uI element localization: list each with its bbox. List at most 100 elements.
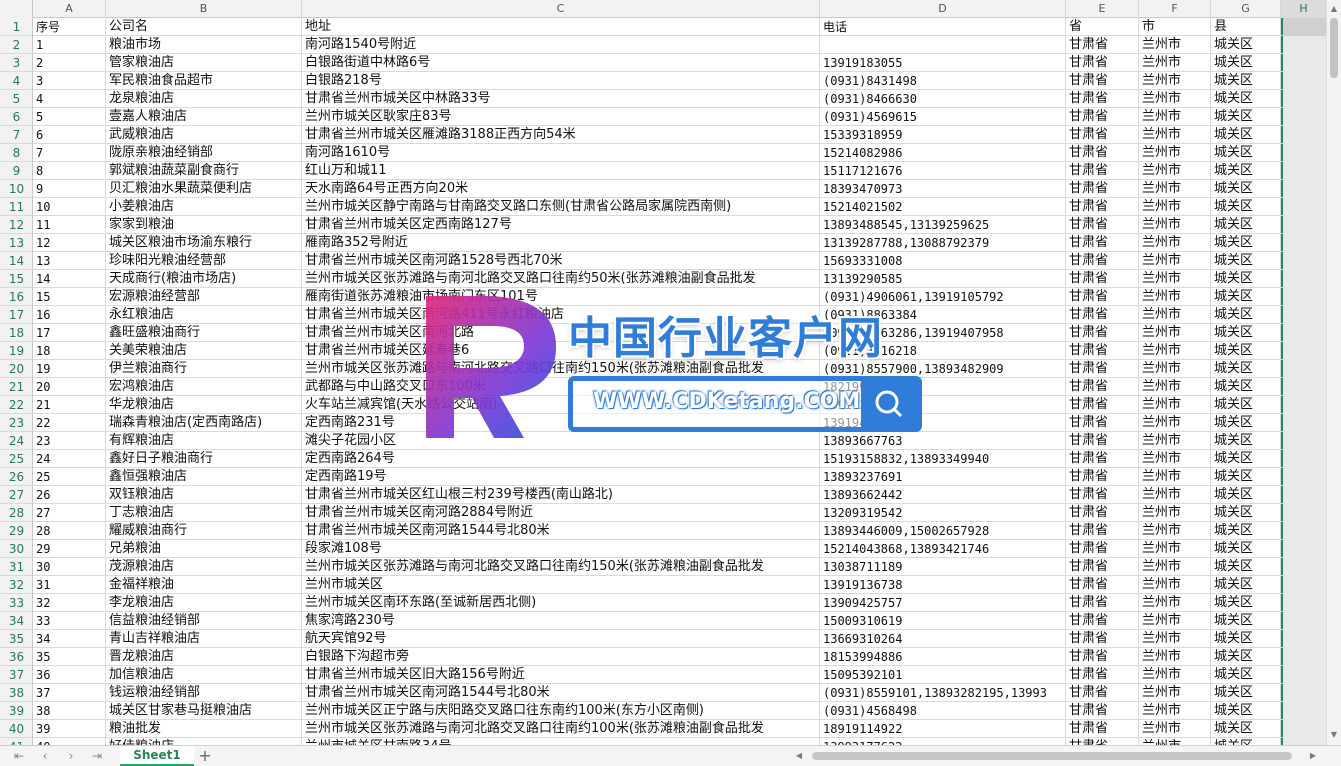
table-cell[interactable]: 兰州市 (1139, 702, 1210, 720)
table-cell[interactable]: 9 (33, 180, 105, 198)
table-cell[interactable]: 兰州市 (1139, 720, 1210, 738)
table-cell[interactable]: 城关区 (1211, 738, 1280, 745)
table-cell[interactable]: 兰州市 (1139, 666, 1210, 684)
table-cell[interactable]: 城关区 (1211, 198, 1280, 216)
table-cell[interactable]: 城关区 (1211, 288, 1280, 306)
table-cell[interactable]: 段家滩108号 (302, 540, 819, 558)
last-sheet-icon[interactable]: ⇥ (88, 748, 106, 764)
table-cell[interactable]: 甘肃省 (1066, 90, 1138, 108)
table-cell[interactable]: 13893662442 (820, 486, 1065, 504)
table-cell[interactable]: 甘肃省 (1066, 504, 1138, 522)
table-cell[interactable]: 耀威粮油商行 (106, 522, 301, 540)
table-cell[interactable]: (0931)8559101,13893282195,13993 (820, 684, 1065, 702)
table-cell[interactable]: 地址 (302, 18, 819, 36)
table-cell[interactable]: 兰州市 (1139, 630, 1210, 648)
row-header[interactable]: 8 (0, 144, 32, 162)
table-cell[interactable]: 鑫好日子粮油商行 (106, 450, 301, 468)
table-cell[interactable]: 白银路下沟超市旁 (302, 648, 819, 666)
table-cell[interactable]: 兰州市城关区 (302, 576, 819, 594)
table-cell[interactable] (820, 36, 1065, 54)
table-cell[interactable]: 兰州市 (1139, 360, 1210, 378)
table-cell[interactable]: 甘肃省 (1066, 144, 1138, 162)
table-cell[interactable]: 甘肃省兰州市城关区红山根三村239号楼西(南山路北) (302, 486, 819, 504)
column-header-d[interactable]: D (820, 0, 1066, 18)
table-cell[interactable]: 瑞森青粮油店(定西南路店) (106, 414, 301, 432)
column-header-e[interactable]: E (1066, 0, 1139, 18)
table-cell[interactable]: 15117121676 (820, 162, 1065, 180)
row-header[interactable]: 10 (0, 180, 32, 198)
table-cell[interactable]: 甘肃省 (1066, 450, 1138, 468)
table-cell[interactable]: 兰州市 (1139, 72, 1210, 90)
table-cell[interactable]: 城关区 (1211, 468, 1280, 486)
row-header[interactable]: 9 (0, 162, 32, 180)
table-cell[interactable]: 粮油批发 (106, 720, 301, 738)
row-header[interactable]: 26 (0, 468, 32, 486)
table-cell[interactable]: 甘肃省 (1066, 54, 1138, 72)
table-cell[interactable]: 甘肃省兰州市城关区雁滩路3188正西方向54米 (302, 126, 819, 144)
next-sheet-icon[interactable]: › (62, 748, 80, 764)
table-cell[interactable]: 兰州市 (1139, 180, 1210, 198)
table-cell[interactable]: 8 (33, 162, 105, 180)
vertical-scroll-thumb[interactable] (1330, 18, 1338, 78)
table-cell[interactable]: 贝汇粮油水果蔬菜便利店 (106, 180, 301, 198)
table-cell[interactable]: 甘肃省 (1066, 378, 1138, 396)
table-cell[interactable]: 4 (33, 90, 105, 108)
column-header-c[interactable]: C (302, 0, 820, 18)
table-cell[interactable]: 甘肃省 (1066, 432, 1138, 450)
table-cell[interactable]: 焦家湾路230号 (302, 612, 819, 630)
table-cell[interactable]: 好佳粮油店 (106, 738, 301, 745)
table-cell[interactable]: 13993177622 (820, 738, 1065, 745)
table-cell[interactable]: 兰州市 (1139, 486, 1210, 504)
table-cell[interactable]: 小姜粮油店 (106, 198, 301, 216)
table-cell[interactable]: 甘肃省 (1066, 540, 1138, 558)
table-cell[interactable]: 城关区 (1211, 486, 1280, 504)
table-cell[interactable]: 兰州市 (1139, 162, 1210, 180)
prev-sheet-icon[interactable]: ‹ (36, 748, 54, 764)
table-cell[interactable]: 28 (33, 522, 105, 540)
table-cell[interactable]: 13893237691 (820, 468, 1065, 486)
table-cell[interactable]: 甘肃省兰州市城关区旧大路156号附近 (302, 666, 819, 684)
table-cell[interactable]: 李龙粮油店 (106, 594, 301, 612)
table-cell[interactable]: 城关区 (1211, 630, 1280, 648)
table-cell[interactable]: 城关区 (1211, 720, 1280, 738)
table-cell[interactable]: 甘肃省兰州市城关区南河路1544号北80米 (302, 522, 819, 540)
row-header[interactable]: 35 (0, 630, 32, 648)
table-cell[interactable]: 13909425757 (820, 594, 1065, 612)
table-cell[interactable]: 市 (1139, 18, 1210, 36)
table-cell[interactable]: 18153994886 (820, 648, 1065, 666)
table-cell[interactable]: 甘肃省 (1066, 234, 1138, 252)
column-header-b[interactable]: B (106, 0, 302, 18)
table-cell[interactable]: (0931)8431498 (820, 72, 1065, 90)
table-cell[interactable]: 甘肃省 (1066, 576, 1138, 594)
table-cell[interactable]: 甘肃省 (1066, 558, 1138, 576)
row-header[interactable]: 24 (0, 432, 32, 450)
table-cell[interactable]: 13893446009,15002657928 (820, 522, 1065, 540)
table-cell[interactable]: 城关区 (1211, 648, 1280, 666)
table-cell[interactable]: 城关区 (1211, 306, 1280, 324)
table-cell[interactable]: 有辉粮油店 (106, 432, 301, 450)
table-cell[interactable]: 15214043868,13893421746 (820, 540, 1065, 558)
table-cell[interactable]: 38 (33, 702, 105, 720)
table-cell[interactable]: 甘肃省 (1066, 198, 1138, 216)
table-cell[interactable]: (0931)8466630 (820, 90, 1065, 108)
table-cell[interactable]: 37 (33, 684, 105, 702)
table-cell[interactable]: 甘肃省 (1066, 468, 1138, 486)
scroll-left-icon[interactable]: ◀ (792, 749, 806, 763)
table-cell[interactable]: 城关区 (1211, 576, 1280, 594)
table-cell[interactable]: 26 (33, 486, 105, 504)
row-header[interactable]: 6 (0, 108, 32, 126)
row-header[interactable]: 18 (0, 324, 32, 342)
column-header-a[interactable]: A (33, 0, 106, 18)
table-cell[interactable]: 甘肃省兰州市城关区中林路33号 (302, 90, 819, 108)
table-cell[interactable]: 13038711189 (820, 558, 1065, 576)
table-cell[interactable]: 南河路1540号附近 (302, 36, 819, 54)
scroll-up-icon[interactable]: ▲ (1327, 2, 1341, 16)
table-cell[interactable]: 城关区 (1211, 432, 1280, 450)
table-cell[interactable]: 信益粮油经销部 (106, 612, 301, 630)
row-header[interactable]: 17 (0, 306, 32, 324)
table-cell[interactable]: 甘肃省 (1066, 594, 1138, 612)
table-cell[interactable]: 省 (1066, 18, 1138, 36)
row-header[interactable]: 11 (0, 198, 32, 216)
table-cell[interactable]: 珍味阳光粮油经营部 (106, 252, 301, 270)
table-cell[interactable]: 18919114922 (820, 720, 1065, 738)
